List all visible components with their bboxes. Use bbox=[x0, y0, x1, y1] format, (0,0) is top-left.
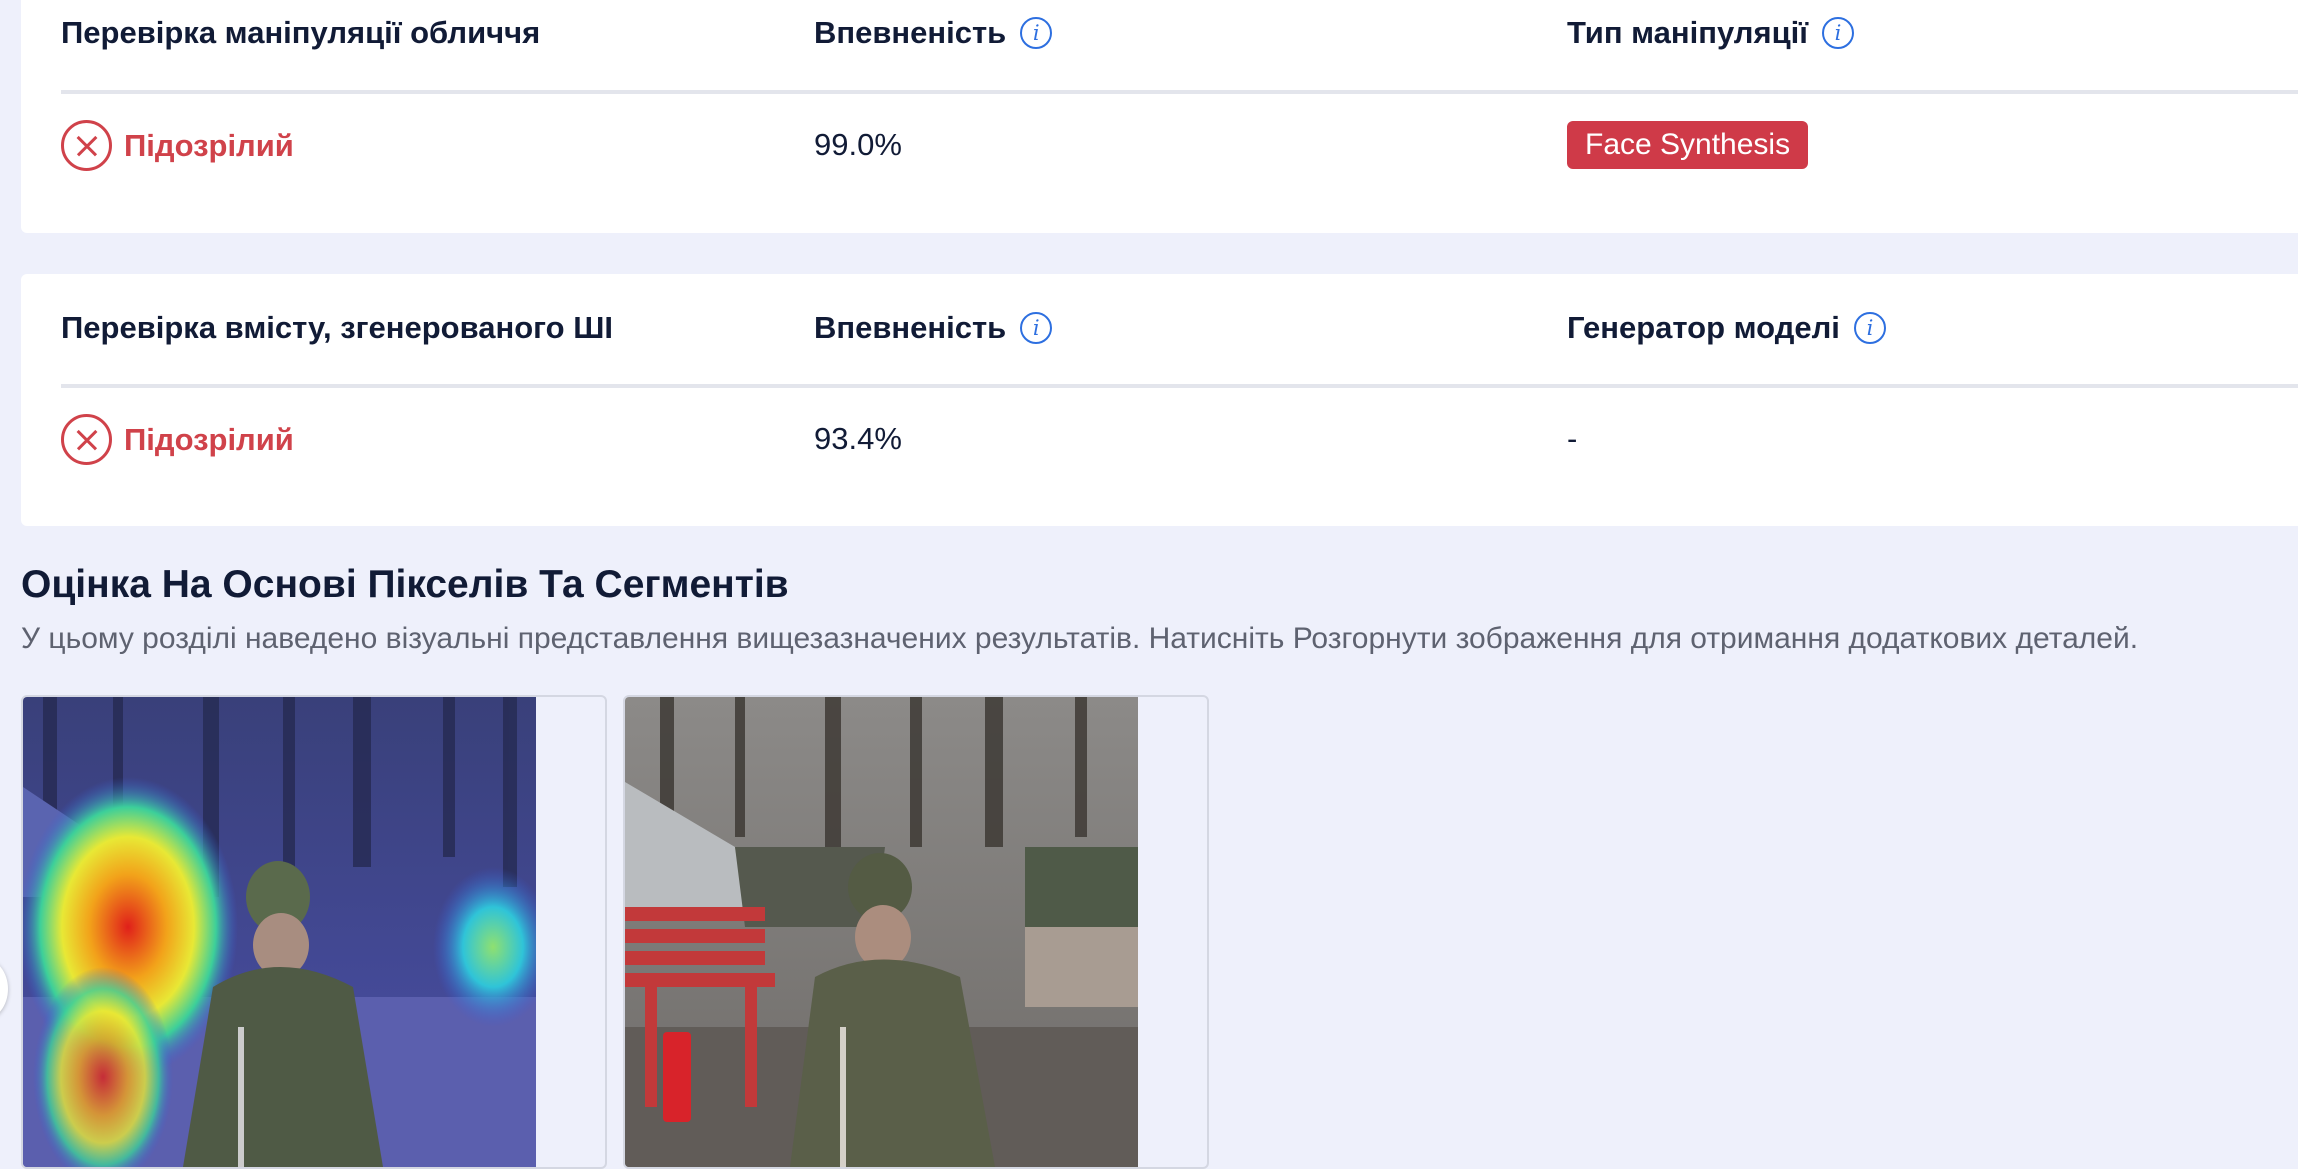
status-badge: Підозрілий bbox=[61, 120, 294, 171]
model-generator-value: - bbox=[1567, 421, 1578, 456]
manipulation-type-header: Тип маніпуляції i bbox=[1567, 15, 1854, 51]
section-title: Оцінка На Основі Пікселів Та Сегментів bbox=[21, 563, 789, 606]
face-manipulation-card: Перевірка маніпуляції обличчя Впевненіст… bbox=[21, 0, 2298, 233]
side-scroll-handle[interactable] bbox=[0, 958, 8, 1020]
divider bbox=[61, 90, 2298, 94]
section-description: У цьому розділі наведено візуальні предс… bbox=[21, 622, 2139, 655]
info-icon[interactable]: i bbox=[1020, 312, 1053, 344]
confidence-value: 99.0% bbox=[814, 127, 902, 162]
confidence-header: Впевненість i bbox=[814, 310, 1053, 346]
manipulation-type-badge: Face Synthesis bbox=[1567, 121, 1809, 169]
confidence-header: Впевненість i bbox=[814, 15, 1053, 51]
info-icon[interactable]: i bbox=[1853, 312, 1886, 344]
x-circle-icon bbox=[61, 120, 112, 171]
original-image[interactable] bbox=[625, 697, 1138, 1167]
x-circle-icon bbox=[61, 414, 112, 465]
divider bbox=[61, 384, 2298, 388]
heatmap-image-card[interactable] bbox=[21, 695, 607, 1169]
model-generator-header: Генератор моделі i bbox=[1567, 310, 1886, 346]
status-badge: Підозрілий bbox=[61, 414, 294, 465]
original-image-card[interactable] bbox=[623, 695, 1209, 1169]
face-check-header: Перевірка маніпуляції обличчя bbox=[61, 15, 541, 50]
ai-content-card: Перевірка вмісту, згенерованого ШІ Впевн… bbox=[21, 274, 2298, 526]
confidence-value: 93.4% bbox=[814, 421, 902, 456]
heatmap-image[interactable] bbox=[23, 697, 536, 1167]
info-icon[interactable]: i bbox=[1020, 17, 1053, 49]
ai-check-header: Перевірка вмісту, згенерованого ШІ bbox=[61, 310, 613, 345]
info-icon[interactable]: i bbox=[1821, 17, 1854, 49]
